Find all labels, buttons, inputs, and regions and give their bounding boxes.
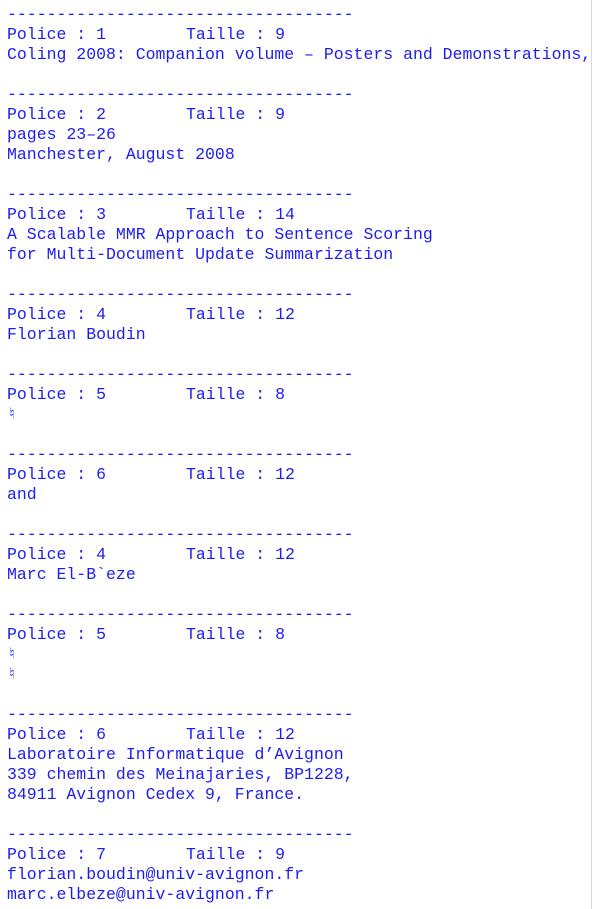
font-block: ----------------------------------- Polic…: [7, 445, 592, 525]
content-line: marc.elbeze@univ-avignon.fr: [7, 885, 275, 904]
font-block: ----------------------------------- Polic…: [7, 185, 592, 285]
separator-line: -----------------------------------: [7, 365, 354, 384]
police-label: Police : 6: [7, 725, 107, 744]
font-block: ----------------------------------- Polic…: [7, 285, 592, 365]
content-line: Florian Boudin: [7, 325, 146, 344]
taille-label: Taille : 9: [186, 25, 286, 44]
font-info-line: Police : 4 Taille : 12: [7, 545, 592, 565]
separator-line: -----------------------------------: [7, 525, 354, 544]
content-line: pages 23–26: [7, 125, 116, 144]
separator-line: -----------------------------------: [7, 85, 354, 104]
content-line: Manchester, August 2008: [7, 145, 235, 164]
font-info-line: Police : 5 Taille : 8: [7, 625, 592, 645]
content-line: and: [7, 485, 37, 504]
separator-line: -----------------------------------: [7, 705, 354, 724]
taille-label: Taille : 8: [186, 385, 286, 404]
content-line: ♮: [7, 665, 17, 684]
font-block: ----------------------------------- Polic…: [7, 5, 592, 85]
taille-label: Taille : 9: [186, 105, 286, 124]
content-line: Laboratoire Informatique d’Avignon: [7, 745, 344, 764]
content-line: florian.boudin@univ-avignon.fr: [7, 865, 305, 884]
vertical-scrollbar[interactable]: [591, 0, 604, 909]
font-block: ----------------------------------- Polic…: [7, 825, 592, 909]
police-label: Police : 6: [7, 465, 107, 484]
content-line: ♮: [7, 645, 17, 664]
separator-line: -----------------------------------: [7, 5, 354, 24]
font-info-line: Police : 2 Taille : 9: [7, 105, 592, 125]
taille-label: Taille : 12: [186, 305, 295, 324]
content-line: 84911 Avignon Cedex 9, France.: [7, 785, 305, 804]
taille-label: Taille : 14: [186, 205, 295, 224]
font-info-line: Police : 6 Taille : 12: [7, 725, 592, 745]
police-label: Police : 5: [7, 625, 107, 644]
police-label: Police : 2: [7, 105, 107, 124]
taille-label: Taille : 8: [186, 625, 286, 644]
separator-line: -----------------------------------: [7, 445, 354, 464]
police-label: Police : 4: [7, 545, 107, 564]
separator-line: -----------------------------------: [7, 185, 354, 204]
font-info-line: Police : 4 Taille : 12: [7, 305, 592, 325]
font-block: ----------------------------------- Polic…: [7, 525, 592, 605]
content-line: Coling 2008: Companion volume – Posters …: [7, 45, 592, 64]
content-line: A Scalable MMR Approach to Sentence Scor…: [7, 225, 433, 244]
content-line: for Multi-Document Update Summarization: [7, 245, 394, 264]
font-block: ----------------------------------- Polic…: [7, 365, 592, 445]
police-label: Police : 5: [7, 385, 107, 404]
content-line: 339 chemin des Meinajaries, BP1228,: [7, 765, 354, 784]
text-document-view[interactable]: ----------------------------------- Polic…: [7, 5, 592, 909]
font-info-line: Police : 7 Taille : 9: [7, 845, 592, 865]
separator-line: -----------------------------------: [7, 825, 354, 844]
content-line: Marc El-B`eze: [7, 565, 136, 584]
font-info-line: Police : 1 Taille : 9: [7, 25, 592, 45]
taille-label: Taille : 12: [186, 725, 295, 744]
font-block: ----------------------------------- Polic…: [7, 85, 592, 185]
font-block: ----------------------------------- Polic…: [7, 605, 592, 705]
separator-line: -----------------------------------: [7, 605, 354, 624]
content-line: ♮: [7, 405, 17, 424]
police-label: Police : 3: [7, 205, 107, 224]
police-label: Police : 1: [7, 25, 107, 44]
font-info-line: Police : 5 Taille : 8: [7, 385, 592, 405]
taille-label: Taille : 9: [186, 845, 286, 864]
font-info-line: Police : 6 Taille : 12: [7, 465, 592, 485]
taille-label: Taille : 12: [186, 465, 295, 484]
taille-label: Taille : 12: [186, 545, 295, 564]
font-info-line: Police : 3 Taille : 14: [7, 205, 592, 225]
font-block: ----------------------------------- Polic…: [7, 705, 592, 825]
police-label: Police : 7: [7, 845, 107, 864]
separator-line: -----------------------------------: [7, 285, 354, 304]
police-label: Police : 4: [7, 305, 107, 324]
